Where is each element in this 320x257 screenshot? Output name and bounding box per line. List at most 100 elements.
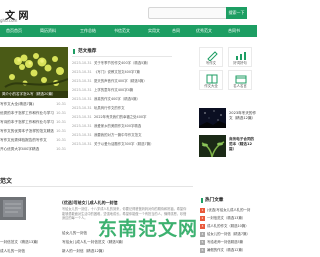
nav-item-practical[interactable]: 实用文	[148, 25, 160, 37]
tab-marker	[73, 49, 75, 54]
table-row[interactable]: 2023-10-31 夏天的声音作文400字（精选5篇）	[72, 77, 174, 86]
list-item-title: 优秀的本子怎样工作和作业与学习	[0, 111, 54, 115]
tile-label: 作文大全	[204, 84, 218, 88]
nav-item-work-summary[interactable]: 工作总结	[80, 25, 96, 37]
list-item-title: 写作文大全(精选7篇)	[0, 102, 34, 106]
list-item[interactable]: 1 (优选)写给女儿成人礼的一封	[200, 207, 257, 213]
list-item[interactable]: 4 给女儿的一封信（精选7篇）	[200, 231, 257, 237]
tile-label: 好词好句	[233, 61, 247, 65]
rank-badge: 2	[200, 216, 205, 221]
row-date: 2023-10-31	[72, 70, 92, 74]
hot-item-title: 给女儿的一封信（精选7篇）	[207, 232, 250, 236]
list-item[interactable]: 开心优秀大字400字精选 10-31	[0, 145, 68, 153]
row-title: 关于冬季节的作文400字（精选5篇）	[94, 61, 151, 65]
section-title: 范文	[0, 178, 13, 185]
tile-phrases[interactable]: 好词好句	[228, 47, 252, 67]
list-item[interactable]: 3 成人礼的作文（精选10篇）	[200, 223, 257, 229]
nav-item-contract[interactable]: 合同	[172, 25, 180, 37]
site-domain: ghu.com	[0, 18, 18, 23]
promo-title[interactable]: 商务电子合同的范本（精选12篇）	[229, 137, 257, 152]
list-item[interactable]: 2 一封信范文（精选13篇）	[200, 215, 257, 221]
list-item-date: 10-31	[56, 138, 66, 142]
row-date: 2023-10-31	[72, 88, 92, 92]
row-date: 2023-10-31	[72, 106, 92, 110]
list-item[interactable]: 写作文的优秀本子怎样的范文精选 10-31	[0, 127, 68, 135]
row-date: 2023-10-31	[72, 142, 92, 146]
nav-item-resume[interactable]: 简历资料	[40, 25, 56, 37]
tile-essays[interactable]: 作文大全	[199, 70, 223, 90]
rank-badge: 6	[200, 248, 205, 253]
row-date: 2023-10-31	[72, 133, 92, 137]
hot-item-title: (优选)写给女儿成人礼的一封	[207, 208, 251, 212]
row-date: 2023-10-31	[72, 115, 92, 119]
table-row[interactable]: 2023-10-31 我爱家乡的美丽作文400字精选	[72, 122, 174, 131]
section-marker	[201, 198, 203, 203]
list-item-title: 开心优秀大字400字精选	[0, 147, 40, 151]
tile-label: 名人名言	[233, 84, 247, 88]
tab-recommended[interactable]: 范文推荐	[78, 48, 96, 54]
table-row[interactable]: 2023-10-31 2022年有关我们的幸福之处400字	[72, 113, 174, 122]
promo-title[interactable]: 2023年冬天的作文（精选12篇）	[229, 111, 257, 121]
row-date: 2023-10-31	[72, 79, 92, 83]
promo-image-plant[interactable]	[199, 135, 226, 157]
table-row[interactable]: 2023-10-31 《写门》说教文范文400字7篇	[72, 68, 174, 77]
nav-item-excellent[interactable]: 优秀范文	[196, 25, 212, 37]
list-item[interactable]: 给女儿的一封信	[62, 231, 87, 236]
feature-caption[interactable]: 简介小的名字怎么写（精选20篇）	[0, 91, 68, 98]
table-row[interactable]: 2023-10-31 我真的作文400字（精选5篇）	[72, 95, 174, 104]
row-date: 2023-10-31	[72, 61, 92, 65]
list-item[interactable]: 成人礼的一封信	[0, 249, 25, 254]
rank-badge: 1	[200, 208, 205, 213]
table-row[interactable]: 2023-10-31 关于以爱为话题作文300字（精选7篇）	[72, 140, 174, 149]
search-button[interactable]: 搜索一下	[226, 7, 247, 19]
list-item[interactable]: 6 暑假的作文（精选12篇）	[200, 247, 257, 253]
row-date: 2023-10-31	[72, 124, 92, 128]
table-row[interactable]: 2023-10-31 上学的童年作文400字4篇	[72, 86, 174, 95]
table-row[interactable]: 2023-10-31 玩具商行作文的作文	[72, 104, 174, 113]
divider	[0, 186, 193, 187]
tile-label: 写作文	[205, 61, 217, 65]
nav-item-home[interactable]: 首页首页	[6, 25, 22, 37]
row-title: 我要我的对方一篇中华作文范文	[94, 133, 142, 137]
list-item[interactable]: 写作文优秀体验报告的写作文 10-31	[0, 136, 68, 144]
list-item[interactable]: 优秀的本子怎样工作和作业与学习 10-31	[0, 109, 68, 117]
tile-quotes[interactable]: 名人名言	[228, 70, 252, 90]
row-date: 2023-10-31	[72, 97, 92, 101]
table-row[interactable]: 2023-10-31 关于冬季节的作文400字（精选5篇）	[72, 59, 174, 68]
row-title: 玩具商行作文的作文	[94, 106, 125, 110]
list-item-title: 写诗的本子怎样工作和作业与学习	[0, 120, 54, 124]
hot-item-title: 成人礼的作文（精选10篇）	[207, 224, 249, 228]
tile-write[interactable]: 写作文	[199, 47, 223, 67]
hot-articles-title: 热门文章	[205, 198, 224, 203]
list-item[interactable]: 5 写给老师一封信精选5篇	[200, 239, 257, 245]
list-item[interactable]: 写作文大全(精选7篇) 10-31	[0, 100, 68, 108]
list-item[interactable]: 新人的一封信（精选12篇）	[62, 249, 106, 254]
row-title: 2022年有关我们的幸福之处400字	[94, 115, 147, 119]
main-nav: 首页首页 简历资料 工作总结 书信范文 实用文 合同 优秀范文 合同书	[0, 25, 257, 37]
row-title: 上学的童年作文400字4篇	[94, 88, 134, 92]
list-item[interactable]: 一封信范文（精选13篇）	[0, 240, 41, 245]
list-item-date: 10-31	[56, 147, 66, 151]
list-item-date: 10-31	[56, 129, 66, 133]
row-title: 夏天的声音作文400字（精选5篇）	[94, 79, 147, 83]
promo-image-night-sky[interactable]	[199, 108, 226, 128]
article-thumbnail[interactable]	[0, 197, 26, 220]
article-title[interactable]: (优选)写给女儿成人礼的一封信	[62, 200, 118, 206]
row-title: 关于以爱为话题作文300字（精选7篇）	[94, 142, 154, 146]
rank-badge: 3	[200, 224, 205, 229]
nav-item-contract-book[interactable]: 合同书	[228, 25, 240, 37]
row-title: 我真的作文400字（精选5篇）	[94, 97, 140, 101]
list-item[interactable]: 写诗的本子怎样工作和作业与学习 10-31	[0, 118, 68, 126]
list-item-date: 10-31	[56, 111, 66, 115]
list-item-title: 写作文优秀体验报告的写作文	[0, 138, 47, 142]
list-item-date: 10-31	[56, 120, 66, 124]
hot-item-title: 写给老师一封信精选5篇	[207, 240, 244, 244]
list-item-date: 10-31	[56, 102, 66, 106]
nav-item-letters[interactable]: 书信范文	[114, 25, 130, 37]
list-item-title: 写作文的优秀本子怎样的范文精选	[0, 129, 54, 133]
hot-item-title: 一封信范文（精选13篇）	[207, 216, 246, 220]
rank-badge: 4	[200, 232, 205, 237]
search-input[interactable]	[148, 7, 228, 19]
row-title: 我爱家乡的美丽作文400字精选	[94, 124, 142, 128]
table-row[interactable]: 2023-10-31 我要我的对方一篇中华作文范文	[72, 131, 174, 140]
